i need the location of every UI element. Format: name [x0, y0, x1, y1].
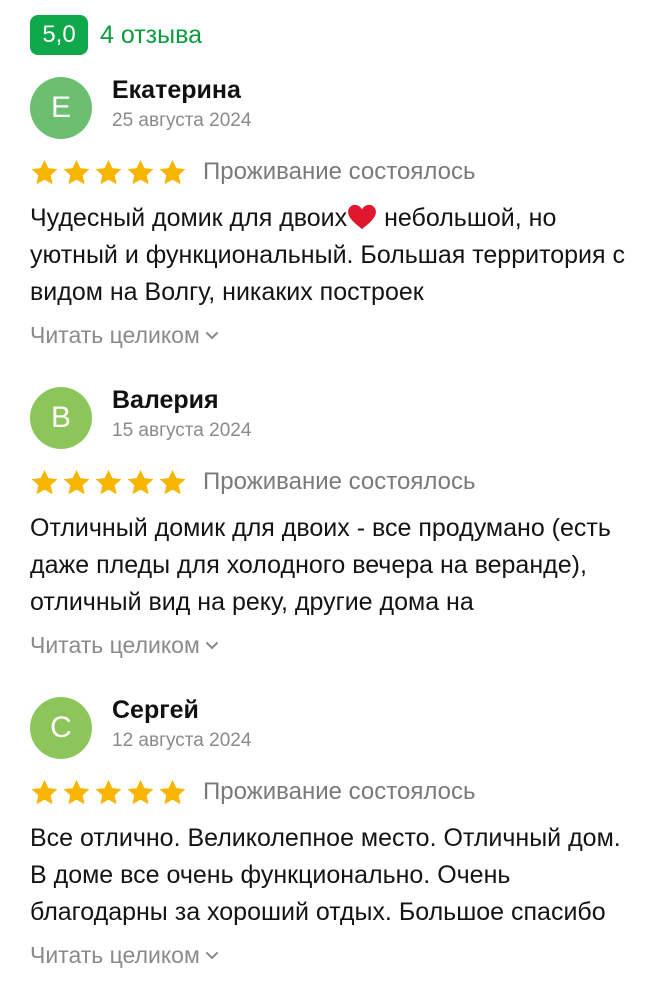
rating-row: Проживание состоялось [30, 466, 640, 498]
author-info: Екатерина 25 августа 2024 [112, 74, 251, 134]
rating-badge: 5,0 [30, 15, 88, 55]
star-icon [127, 779, 154, 804]
stay-status: Проживание состоялось [203, 158, 476, 185]
rating-row: Проживание состоялось [30, 776, 640, 808]
author-info: Валерия 15 августа 2024 [112, 384, 251, 444]
rating-summary: 5,0 4 отзыва [30, 14, 202, 56]
stay-status: Проживание состоялось [203, 468, 476, 495]
author-name: Валерия [112, 386, 219, 414]
review-text: Чудесный домик для двоих небольшой, но у… [30, 200, 635, 311]
rating-row: Проживание состоялось [30, 156, 640, 188]
read-more-button[interactable]: Читать целиком [30, 625, 640, 665]
star-icon [159, 159, 186, 184]
star-icon [31, 469, 58, 494]
star-icon [95, 779, 122, 804]
author-info: Сергей 12 августа 2024 [112, 694, 251, 754]
star-icon [95, 159, 122, 184]
review-text: Все отлично. Великолепное место. Отличны… [30, 824, 621, 926]
review-text: Отличный домик для двоих - все продумано… [30, 514, 611, 616]
star-icon [127, 159, 154, 184]
star-icon [63, 469, 90, 494]
heart-icon [348, 204, 377, 230]
read-more-button[interactable]: Читать целиком [30, 935, 640, 975]
star-icon [63, 779, 90, 804]
star-rating [30, 468, 187, 497]
review-date: 12 августа 2024 [112, 730, 252, 751]
stay-status: Проживание состоялось [203, 778, 476, 805]
author-name: Сергей [112, 696, 199, 724]
review-text-part: Чудесный домик для двоих [30, 204, 348, 232]
chevron-down-icon [205, 952, 218, 959]
review-card: С Сергей 12 августа 2024 Проживание сост… [30, 692, 640, 975]
reviews-count-link[interactable]: 4 отзыва [100, 21, 202, 50]
read-more-label: Читать целиком [30, 631, 200, 658]
star-rating [30, 158, 187, 187]
author-name: Екатерина [112, 76, 241, 104]
review-card: Е Екатерина 25 августа 2024 Проживание с… [30, 72, 640, 355]
star-icon [95, 469, 122, 494]
read-more-label: Читать целиком [30, 321, 200, 348]
star-rating [30, 778, 187, 807]
avatar: В [30, 387, 92, 449]
star-icon [31, 159, 58, 184]
review-header: Е Екатерина 25 августа 2024 [30, 72, 640, 144]
review-date: 25 августа 2024 [112, 110, 252, 131]
review-card: В Валерия 15 августа 2024 Проживание сос… [30, 382, 640, 665]
review-header: С Сергей 12 августа 2024 [30, 692, 640, 764]
star-icon [127, 469, 154, 494]
chevron-down-icon [205, 332, 218, 339]
star-icon [31, 779, 58, 804]
read-more-label: Читать целиком [30, 941, 200, 968]
avatar: С [30, 697, 92, 759]
chevron-down-icon [205, 642, 218, 649]
star-icon [159, 469, 186, 494]
review-date: 15 августа 2024 [112, 420, 252, 441]
review-header: В Валерия 15 августа 2024 [30, 382, 640, 454]
read-more-button[interactable]: Читать целиком [30, 315, 640, 355]
star-icon [159, 779, 186, 804]
star-icon [63, 159, 90, 184]
avatar: Е [30, 77, 92, 139]
